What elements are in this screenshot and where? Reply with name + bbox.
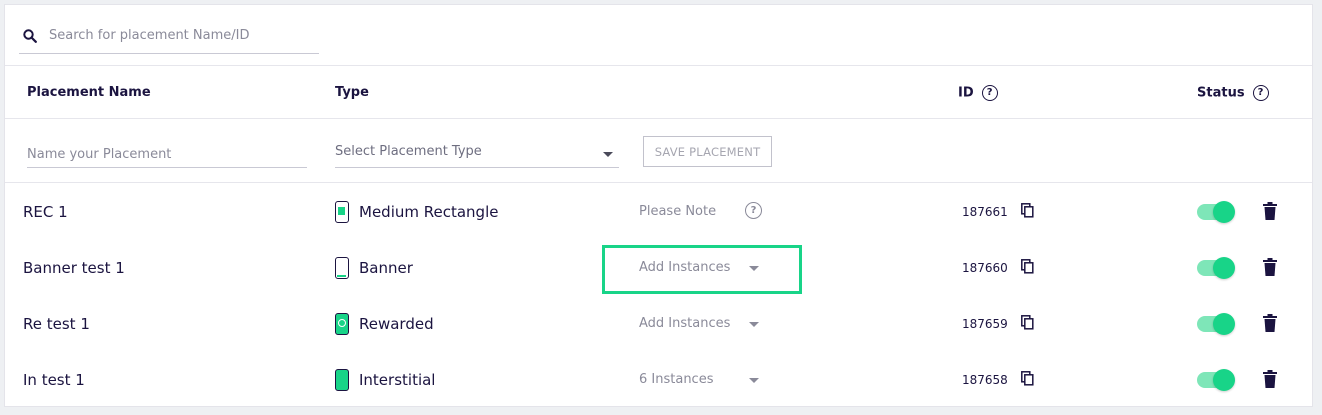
column-header-placement-name: Placement Name <box>27 85 151 100</box>
placement-name-input[interactable] <box>27 141 307 168</box>
copy-icon[interactable] <box>1021 259 1034 274</box>
chevron-down-icon <box>749 378 759 383</box>
help-icon[interactable]: ? <box>745 202 762 219</box>
highlight-box <box>602 245 802 294</box>
toggle-knob <box>1213 369 1235 391</box>
table-row: In test 1 Interstitial 6 Instances 18765… <box>5 353 1312 409</box>
instances-dropdown[interactable]: 6 Instances <box>639 372 759 387</box>
table-row: Re test 1 Rewarded Add Instances 187659 <box>5 297 1312 353</box>
instances-dropdown[interactable]: Add Instances <box>639 316 759 331</box>
chevron-down-icon <box>749 322 759 327</box>
save-placement-button[interactable]: SAVE PLACEMENT <box>643 136 772 167</box>
trash-icon[interactable] <box>1263 202 1277 220</box>
toggle-knob <box>1213 313 1235 335</box>
trash-icon[interactable] <box>1263 314 1277 332</box>
instances-label: Add Instances <box>639 316 731 331</box>
column-header-status: Status? <box>1197 85 1269 101</box>
table-row: REC 1 Medium Rectangle Please Note ? 187… <box>5 185 1312 241</box>
column-header-type: Type <box>335 85 369 100</box>
placement-id: 187660 <box>962 261 1008 275</box>
placement-type-select[interactable]: Select Placement Type <box>335 139 619 168</box>
placement-id: 187659 <box>962 317 1008 331</box>
status-toggle[interactable] <box>1197 369 1235 391</box>
copy-icon[interactable] <box>1021 315 1034 330</box>
placement-type-label: Banner <box>359 259 413 277</box>
please-note: Please Note ? <box>639 202 762 219</box>
copy-icon[interactable] <box>1021 203 1034 218</box>
instances-label: 6 Instances <box>639 372 714 387</box>
chevron-down-icon <box>603 152 613 157</box>
placement-type-label: Interstitial <box>359 371 436 389</box>
divider <box>5 118 1312 119</box>
search-icon <box>23 29 37 43</box>
placement-name[interactable]: REC 1 <box>23 203 68 221</box>
divider <box>5 182 1312 183</box>
placement-name[interactable]: Re test 1 <box>23 315 90 333</box>
column-header-id-label: ID <box>958 85 974 101</box>
trash-icon[interactable] <box>1263 258 1277 276</box>
placements-panel: Placement Name Type ID? Status? Select P… <box>4 4 1313 407</box>
divider <box>5 65 1312 66</box>
interstitial-icon <box>335 369 349 391</box>
help-icon[interactable]: ? <box>1252 85 1269 101</box>
placement-type-select-value: Select Placement Type <box>335 144 482 159</box>
status-toggle[interactable] <box>1197 313 1235 335</box>
column-header-status-label: Status <box>1197 85 1245 101</box>
instances-label: Please Note <box>639 204 717 219</box>
rewarded-icon <box>335 313 349 335</box>
copy-icon[interactable] <box>1021 371 1034 386</box>
placement-id: 187661 <box>962 205 1008 219</box>
placement-name[interactable]: In test 1 <box>23 371 85 389</box>
placement-name[interactable]: Banner test 1 <box>23 259 125 277</box>
placement-id: 187658 <box>962 373 1008 387</box>
search-input[interactable] <box>47 27 311 44</box>
medium-rectangle-icon <box>335 201 349 223</box>
toggle-knob <box>1213 257 1235 279</box>
status-toggle[interactable] <box>1197 257 1235 279</box>
search-box[interactable] <box>19 21 319 54</box>
banner-icon <box>335 257 349 279</box>
toggle-knob <box>1213 201 1235 223</box>
trash-icon[interactable] <box>1263 370 1277 388</box>
column-header-id: ID? <box>958 85 998 101</box>
help-icon[interactable]: ? <box>981 85 998 101</box>
status-toggle[interactable] <box>1197 201 1235 223</box>
placement-type-label: Rewarded <box>359 315 434 333</box>
placement-type-label: Medium Rectangle <box>359 203 499 221</box>
